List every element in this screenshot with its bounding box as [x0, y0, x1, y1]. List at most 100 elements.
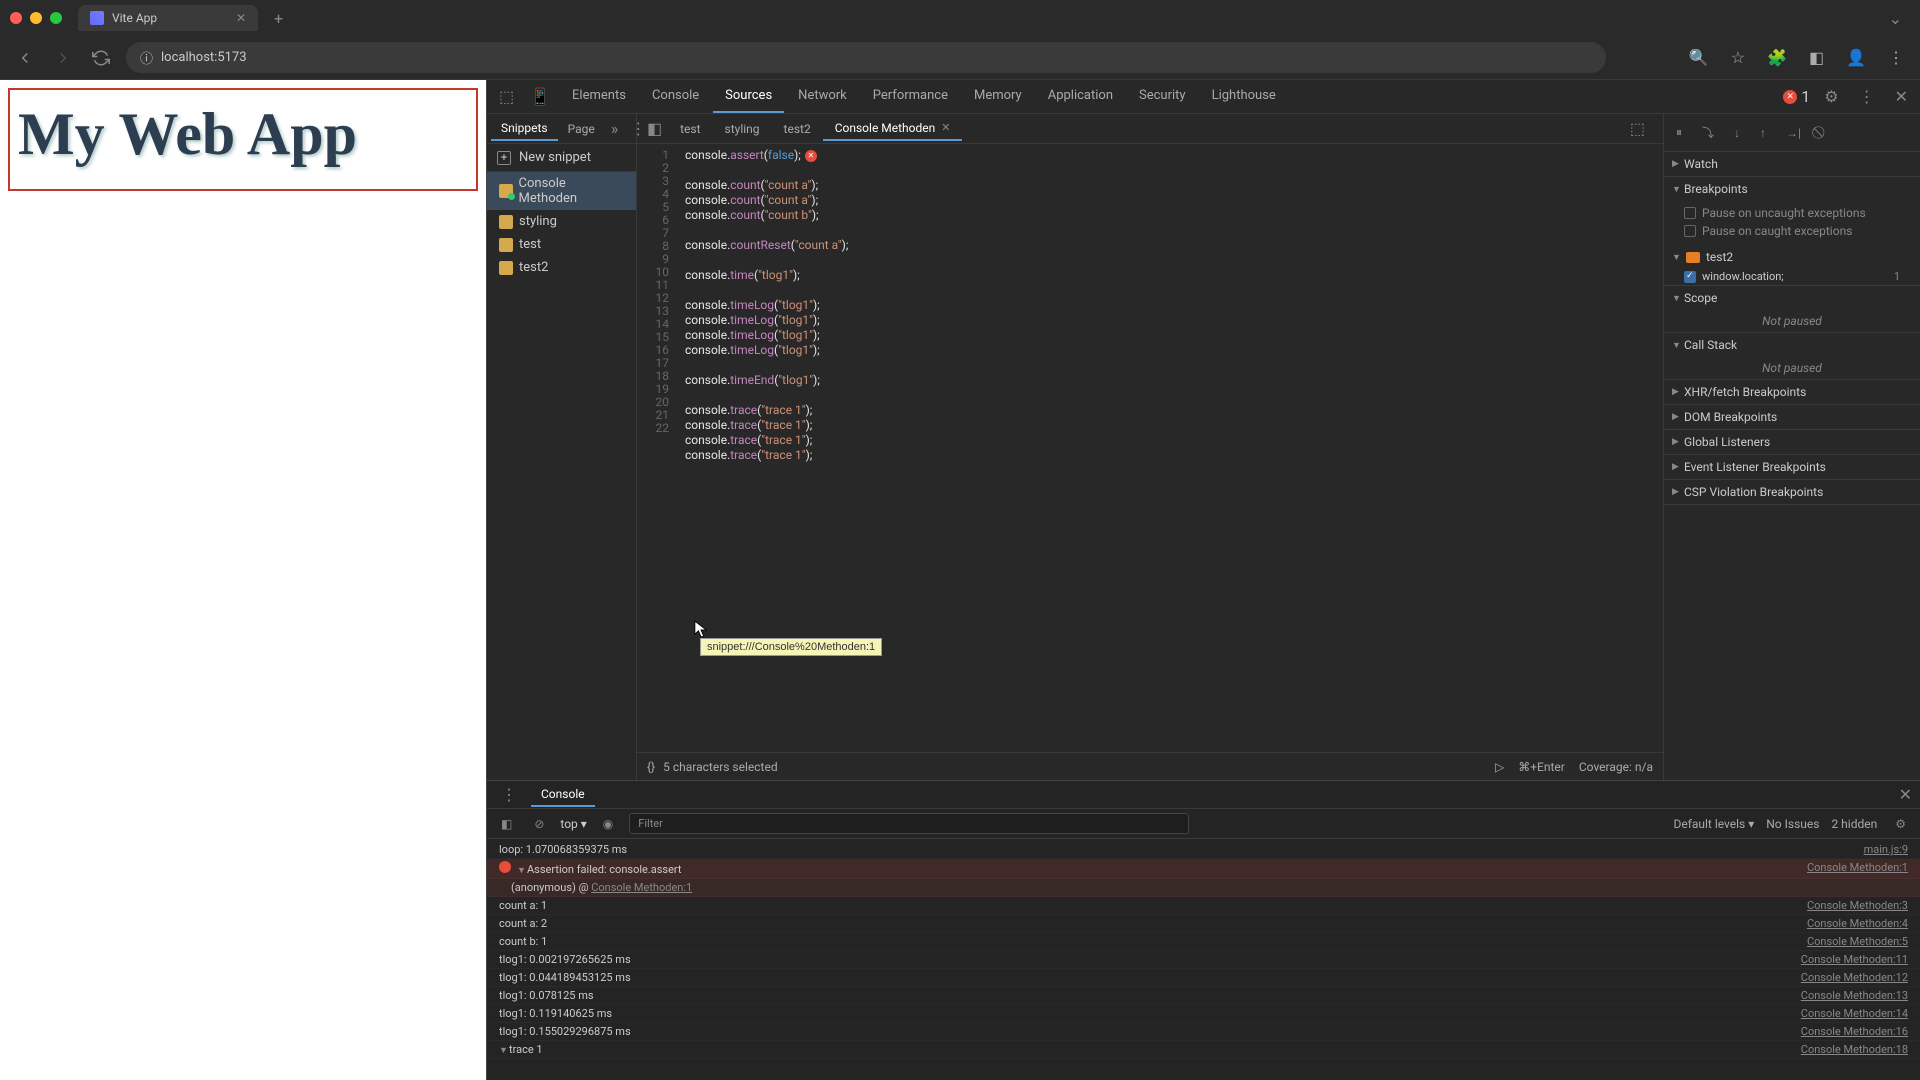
error-marker-icon[interactable]: ✕: [805, 150, 817, 162]
step-into-icon[interactable]: ↓: [1728, 120, 1746, 145]
source-link[interactable]: Console Methoden:18: [1801, 1043, 1908, 1056]
editor-tab[interactable]: test2: [772, 118, 823, 140]
tab-close-icon[interactable]: ✕: [236, 11, 246, 25]
source-link[interactable]: Console Methoden:14: [1801, 1007, 1908, 1020]
inspect-element-icon[interactable]: ⬚: [493, 83, 520, 110]
close-window-button[interactable]: [10, 12, 22, 24]
browser-tab[interactable]: Vite App ✕: [78, 5, 258, 31]
new-tab-button[interactable]: +: [266, 5, 291, 32]
url-input[interactable]: ⓘ localhost:5173: [126, 42, 1606, 73]
console-row[interactable]: tlog1: 0.155029296875 msConsole Methoden…: [487, 1023, 1920, 1041]
source-link[interactable]: Console Methoden:1: [1807, 861, 1908, 876]
source-link[interactable]: Console Methoden:12: [1801, 971, 1908, 984]
tab-page[interactable]: Page: [558, 118, 605, 140]
console-output[interactable]: loop: 1.070068359375 msmain.js:9▼Asserti…: [487, 839, 1920, 1080]
source-link[interactable]: Console Methoden:3: [1807, 899, 1908, 912]
console-row[interactable]: tlog1: 0.044189453125 msConsole Methoden…: [487, 969, 1920, 987]
context-selector[interactable]: top ▾: [560, 817, 586, 831]
pause-button[interactable]: ⏸: [1670, 120, 1688, 145]
step-over-icon[interactable]: ⤵: [1696, 120, 1720, 145]
devtools-tab-lighthouse[interactable]: Lighthouse: [1200, 80, 1288, 113]
console-row[interactable]: ▼trace 1Console Methoden:18: [487, 1041, 1920, 1059]
pause-uncaught-checkbox[interactable]: Pause on uncaught exceptions: [1684, 204, 1912, 222]
extension-icon[interactable]: 🧩: [1763, 44, 1791, 71]
forward-button[interactable]: [50, 45, 76, 71]
error-badge[interactable]: ✕ 1: [1783, 87, 1810, 106]
console-settings-icon[interactable]: ⚙: [1889, 813, 1912, 835]
step-icon[interactable]: →|: [1780, 120, 1807, 145]
snippet-item[interactable]: styling: [487, 210, 636, 233]
csp-section[interactable]: ▶CSP Violation Breakpoints: [1664, 480, 1920, 504]
close-drawer-icon[interactable]: ✕: [1899, 785, 1912, 804]
device-toolbar-icon[interactable]: 📱: [524, 83, 556, 110]
devtools-tab-performance[interactable]: Performance: [861, 80, 960, 113]
console-row[interactable]: count b: 1Console Methoden:5: [487, 933, 1920, 951]
console-row[interactable]: count a: 1Console Methoden:3: [487, 897, 1920, 915]
console-row[interactable]: loop: 1.070068359375 msmain.js:9: [487, 841, 1920, 859]
code-editor[interactable]: 12345678910111213141516171819202122 cons…: [637, 144, 1663, 752]
global-section[interactable]: ▶Global Listeners: [1664, 430, 1920, 454]
pause-caught-checkbox[interactable]: Pause on caught exceptions: [1684, 222, 1912, 240]
devtools-tab-elements[interactable]: Elements: [560, 80, 638, 113]
devtools-tab-security[interactable]: Security: [1127, 80, 1198, 113]
tab-snippets[interactable]: Snippets: [491, 117, 558, 141]
breakpoints-section[interactable]: ▼Breakpoints: [1664, 177, 1920, 201]
settings-icon[interactable]: ⚙: [1818, 83, 1844, 110]
source-link[interactable]: main.js:9: [1864, 843, 1908, 856]
reload-button[interactable]: [88, 45, 114, 71]
maximize-window-button[interactable]: [50, 12, 62, 24]
format-icon[interactable]: {}: [647, 760, 655, 774]
dom-section[interactable]: ▶DOM Breakpoints: [1664, 405, 1920, 429]
tabs-dropdown-button[interactable]: ⌄: [1881, 7, 1910, 30]
toggle-sidebar-icon[interactable]: ◧: [495, 813, 518, 835]
source-link[interactable]: Console Methoden:11: [1801, 953, 1908, 966]
sidepanel-icon[interactable]: ◧: [1805, 44, 1828, 71]
source-link[interactable]: Console Methoden:5: [1807, 935, 1908, 948]
devtools-tab-application[interactable]: Application: [1036, 80, 1125, 113]
bookmark-icon[interactable]: ☆: [1727, 44, 1749, 71]
source-link[interactable]: Console Methoden:4: [1807, 917, 1908, 930]
browser-menu-icon[interactable]: ⋮: [1884, 44, 1908, 71]
breakpoint-item[interactable]: window.location;1: [1664, 268, 1920, 285]
code-content[interactable]: console.assert(false);✕ console.count("c…: [677, 144, 1663, 752]
run-snippet-icon[interactable]: ▷: [1495, 760, 1504, 774]
console-row[interactable]: count a: 2Console Methoden:4: [487, 915, 1920, 933]
callstack-section[interactable]: ▼Call Stack: [1664, 333, 1920, 357]
step-out-icon[interactable]: ↑: [1754, 120, 1772, 145]
devtools-tab-console[interactable]: Console: [640, 80, 711, 113]
site-info-icon[interactable]: ⓘ: [140, 48, 153, 67]
console-row[interactable]: tlog1: 0.002197265625 msConsole Methoden…: [487, 951, 1920, 969]
console-row[interactable]: (anonymous) @ Console Methoden:1: [487, 879, 1920, 897]
editor-tab[interactable]: Console Methoden ✕: [823, 117, 963, 141]
watch-section[interactable]: ▶Watch: [1664, 152, 1920, 176]
snippet-item[interactable]: test2: [487, 256, 636, 279]
new-snippet-button[interactable]: + New snippet: [487, 144, 636, 172]
console-filter-input[interactable]: Filter: [629, 813, 1189, 834]
console-row[interactable]: ▼Assertion failed: console.assertConsole…: [487, 859, 1920, 879]
clear-console-icon[interactable]: ⊘: [528, 813, 550, 835]
xhr-section[interactable]: ▶XHR/fetch Breakpoints: [1664, 380, 1920, 404]
devtools-tab-sources[interactable]: Sources: [713, 80, 784, 113]
profile-icon[interactable]: 👤: [1842, 44, 1870, 71]
editor-tab[interactable]: test: [668, 118, 712, 140]
console-row[interactable]: tlog1: 0.078125 msConsole Methoden:13: [487, 987, 1920, 1005]
zoom-icon[interactable]: 🔍: [1685, 44, 1713, 71]
snippet-item[interactable]: test: [487, 233, 636, 256]
toggle-navigator-icon[interactable]: ◧: [641, 115, 668, 142]
snippet-item[interactable]: Console Methoden: [487, 172, 636, 210]
deactivate-breakpoints-icon[interactable]: ⃠: [1815, 120, 1827, 145]
devtools-tab-memory[interactable]: Memory: [962, 80, 1034, 113]
console-tab[interactable]: Console: [531, 783, 595, 807]
console-row[interactable]: tlog1: 0.119140625 msConsole Methoden:14: [487, 1005, 1920, 1023]
console-menu-icon[interactable]: ⋮: [495, 781, 523, 808]
source-link[interactable]: Console Methoden:13: [1801, 989, 1908, 1002]
devtools-tab-network[interactable]: Network: [786, 80, 859, 113]
source-link[interactable]: Console Methoden:1: [591, 881, 692, 894]
source-link[interactable]: Console Methoden:16: [1801, 1025, 1908, 1038]
minimize-window-button[interactable]: [30, 12, 42, 24]
event-section[interactable]: ▶Event Listener Breakpoints: [1664, 455, 1920, 479]
more-tabs-icon[interactable]: »: [605, 115, 625, 142]
live-expression-icon[interactable]: ◉: [597, 813, 619, 835]
back-button[interactable]: [12, 45, 38, 71]
editor-tab[interactable]: styling: [713, 118, 772, 140]
